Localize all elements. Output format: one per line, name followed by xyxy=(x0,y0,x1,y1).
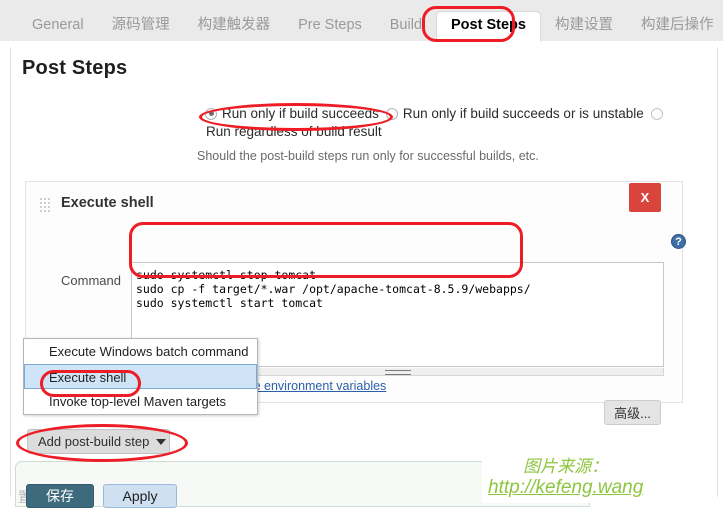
radio-label-build-succeeds: Run only if build succeeds xyxy=(222,106,379,121)
watermark: 图片来源： http://kefeng.wang xyxy=(482,455,650,503)
run-condition-help-text: Should the post-build steps run only for… xyxy=(197,149,539,163)
page-title: Post Steps xyxy=(22,57,128,79)
command-text: sudo systemctl stop tomcat sudo cp -f ta… xyxy=(136,268,531,310)
tab-general[interactable]: General xyxy=(18,17,98,42)
tab-post-build-actions[interactable]: 构建后操作 xyxy=(627,17,723,42)
watermark-source-label: 图片来源： xyxy=(523,457,609,476)
tab-build-triggers[interactable]: 构建触发器 xyxy=(184,17,285,42)
radio-label-build-succeeds-or-unstable: Run only if build succeeds or is unstabl… xyxy=(402,106,644,121)
apply-button[interactable]: Apply xyxy=(103,484,177,508)
radio-indicator-unstable[interactable] xyxy=(385,107,398,120)
add-post-build-step-label: Add post-build step xyxy=(38,434,150,449)
tab-build-settings[interactable]: 构建设置 xyxy=(541,17,627,42)
tab-list: General 源码管理 构建触发器 Pre Steps Build Post … xyxy=(0,0,723,42)
radio-option-build-succeeds[interactable]: Run only if build succeeds xyxy=(205,106,379,121)
tab-pre-steps[interactable]: Pre Steps xyxy=(284,17,376,42)
resize-grip-icon[interactable] xyxy=(384,370,411,375)
radio-indicator-regardless[interactable] xyxy=(650,107,663,120)
tab-post-steps[interactable]: Post Steps xyxy=(436,10,541,42)
watermark-url: http://kefeng.wang xyxy=(488,477,644,498)
radio-indicator-selected[interactable] xyxy=(205,107,217,120)
tab-build[interactable]: Build xyxy=(376,17,436,42)
add-post-build-step-menu: Execute Windows batch command Execute sh… xyxy=(23,338,258,415)
build-step-title: Execute shell xyxy=(61,195,154,211)
menu-item-execute-shell[interactable]: Execute shell xyxy=(24,364,257,389)
chevron-down-icon xyxy=(156,438,167,445)
drag-handle-icon[interactable] xyxy=(40,198,52,213)
menu-item-execute-windows-batch-command[interactable]: Execute Windows batch command xyxy=(24,339,257,364)
save-button[interactable]: 保存 xyxy=(26,484,94,508)
radio-option-build-succeeds-or-unstable[interactable]: Run only if build succeeds or is unstabl… xyxy=(385,106,644,121)
add-post-build-step-button[interactable]: Add post-build step xyxy=(27,429,170,454)
command-label: Command xyxy=(61,273,121,288)
tab-source-management[interactable]: 源码管理 xyxy=(98,17,184,42)
run-condition-radio-group: Run only if build succeeds Run only if b… xyxy=(205,106,663,121)
advanced-button[interactable]: 高级... xyxy=(604,400,661,425)
help-icon[interactable]: ? xyxy=(671,234,686,249)
delete-step-button[interactable]: X xyxy=(629,183,661,212)
radio-label-regardless: Run regardless of build result xyxy=(206,124,382,139)
tab-bar: General 源码管理 构建触发器 Pre Steps Build Post … xyxy=(0,0,723,42)
menu-item-invoke-top-level-maven-targets[interactable]: Invoke top-level Maven targets xyxy=(24,389,257,414)
page-body: Post Steps Run only if build succeeds Ru… xyxy=(0,41,723,507)
